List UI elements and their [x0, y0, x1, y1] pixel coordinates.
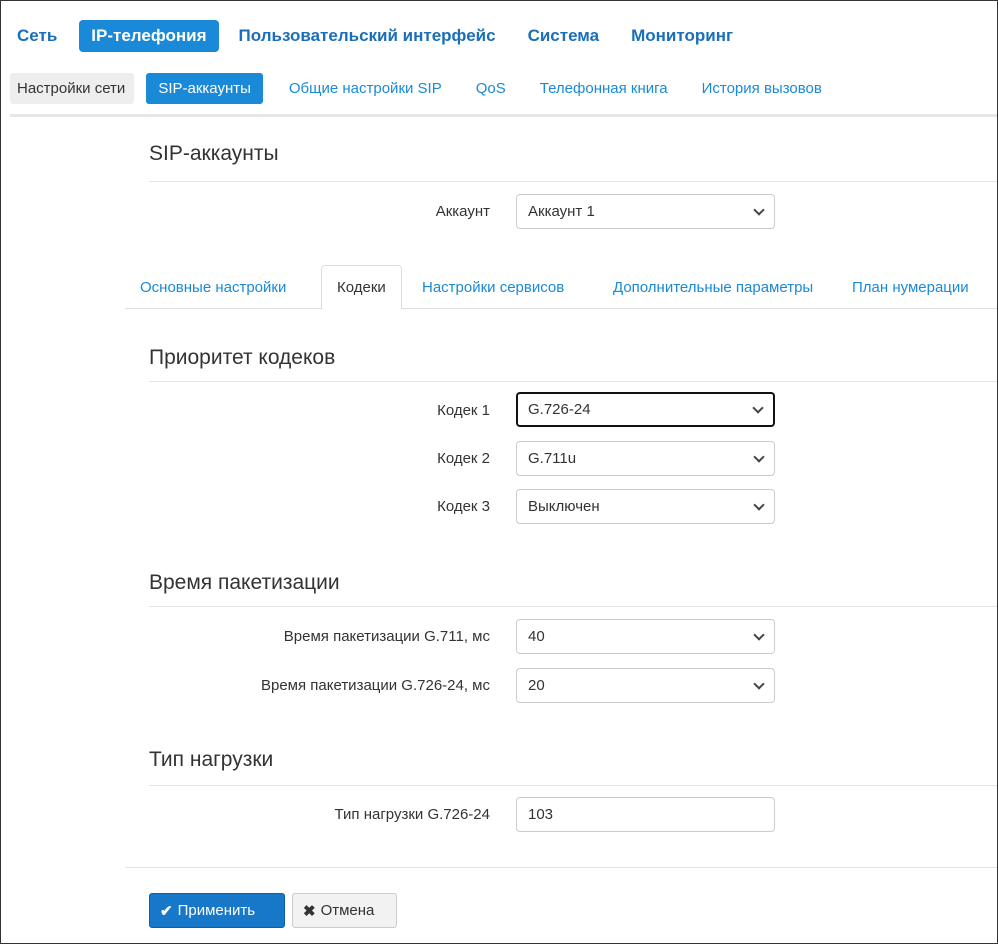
topnav-user-interface[interactable]: Пользовательский интерфейс	[227, 20, 508, 52]
codec-2-select[interactable]: G.711u	[516, 441, 775, 476]
chevron-down-icon	[753, 628, 765, 641]
codec-3-label: Кодек 3	[437, 498, 490, 515]
topnav-network[interactable]: Сеть	[10, 20, 69, 52]
packetization-g711-label: Время пакетизации G.711, мс	[283, 628, 490, 645]
tab-additional-parameters[interactable]: Дополнительные параметры	[598, 265, 828, 309]
settings-tabs: Основные настройки Кодеки Настройки серв…	[125, 265, 997, 310]
codec-3-value: Выключен	[528, 498, 600, 515]
chevron-down-icon	[753, 203, 765, 216]
account-select-value: Аккаунт 1	[528, 203, 595, 220]
chevron-down-icon	[753, 677, 765, 690]
topnav-system[interactable]: Система	[516, 20, 612, 52]
topnav-monitoring[interactable]: Мониторинг	[619, 20, 745, 52]
cancel-button-label: Отмена	[320, 902, 375, 919]
payload-type-title: Тип нагрузки	[149, 748, 274, 771]
packetization-divider	[149, 606, 997, 607]
packetization-g711-value: 40	[528, 628, 545, 645]
checkmark-icon: ✔	[160, 902, 173, 920]
codec-priority-divider	[149, 381, 997, 382]
close-icon: ✖	[303, 902, 316, 920]
codec-1-label: Кодек 1	[437, 402, 490, 419]
packetization-g726-label: Время пакетизации G.726-24, мс	[260, 677, 490, 694]
tab-numbering-plan[interactable]: План нумерации	[837, 265, 984, 309]
tab-codecs[interactable]: Кодеки	[321, 265, 402, 310]
codec-1-select[interactable]: G.726-24	[516, 392, 775, 427]
packetization-g726-select[interactable]: 20	[516, 668, 775, 703]
page-title: SIP-аккаунты	[149, 142, 279, 165]
cancel-button[interactable]: ✖ Отмена	[292, 893, 397, 928]
tab-basic-settings[interactable]: Основные настройки	[125, 265, 301, 309]
apply-button[interactable]: ✔ Применить	[149, 893, 285, 928]
codec-1-value: G.726-24	[528, 401, 591, 418]
form-footer-divider	[125, 867, 997, 868]
subnav-general-sip-settings[interactable]: Общие настройки SIP	[277, 73, 454, 104]
apply-button-label: Применить	[177, 902, 256, 919]
packetization-g711-select[interactable]: 40	[516, 619, 775, 654]
chevron-down-icon	[753, 450, 765, 463]
chevron-down-icon	[752, 401, 764, 414]
app-window: Сеть IP-телефония Пользовательский интер…	[0, 0, 998, 944]
chevron-down-icon	[753, 498, 765, 511]
payload-g726-label: Тип нагрузки G.726-24	[334, 806, 490, 823]
codec-2-value: G.711u	[528, 450, 577, 467]
codec-3-select[interactable]: Выключен	[516, 489, 775, 524]
subnav-network-settings[interactable]: Настройки сети	[10, 72, 135, 104]
subnav-sip-accounts[interactable]: SIP-аккаунты	[146, 72, 263, 104]
tab-service-settings[interactable]: Настройки сервисов	[407, 265, 579, 309]
codec-priority-title: Приоритет кодеков	[149, 346, 336, 369]
packetization-title: Время пакетизации	[149, 571, 340, 594]
subnav-call-history[interactable]: История вызовов	[690, 73, 834, 104]
title-divider	[149, 181, 997, 182]
account-select[interactable]: Аккаунт 1	[516, 194, 775, 229]
codec-2-label: Кодек 2	[437, 450, 490, 467]
subnav-divider	[10, 114, 997, 117]
subnav-phonebook[interactable]: Телефонная книга	[528, 73, 680, 104]
payload-type-divider	[149, 785, 997, 786]
sub-navigation: Настройки сети SIP-аккаунты Общие настро…	[10, 70, 844, 106]
topnav-ip-telephony[interactable]: IP-телефония	[79, 19, 219, 52]
payload-g726-input[interactable]	[516, 797, 775, 832]
top-navigation: Сеть IP-телефония Пользовательский интер…	[10, 19, 753, 52]
subnav-qos[interactable]: QoS	[464, 73, 518, 104]
account-label: Аккаунт	[435, 203, 490, 220]
packetization-g726-value: 20	[528, 677, 545, 694]
